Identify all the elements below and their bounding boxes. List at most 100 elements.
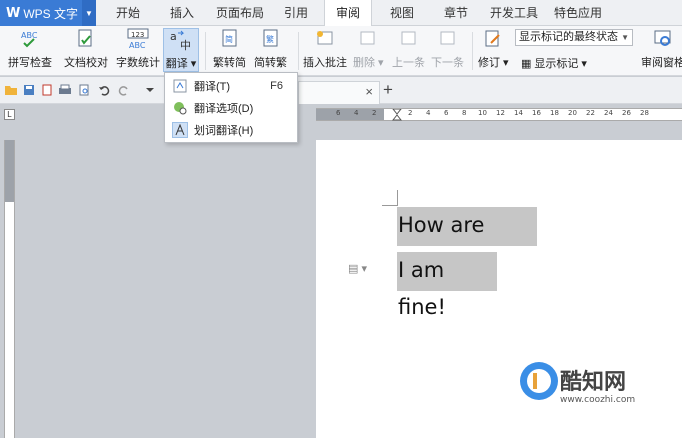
redo-icon[interactable] — [117, 83, 131, 97]
watermark-logo: 酷知网 www.coozhi.com — [512, 360, 682, 438]
open-icon[interactable] — [4, 83, 18, 97]
delete-comment-label: 删除 ▾ — [353, 57, 384, 69]
ruler-label: 26 — [622, 109, 631, 117]
undo-icon[interactable] — [97, 83, 111, 97]
review-pane-icon — [651, 28, 675, 50]
tab-references[interactable]: 引用 — [276, 0, 316, 26]
vertical-ruler[interactable] — [4, 140, 15, 438]
ruler-label: 6 — [336, 109, 341, 117]
ruler-label: 4 — [354, 109, 359, 117]
paragraph-layout-icon[interactable]: ▤ ▾ — [348, 262, 367, 275]
ribbon-review: ABC 拼写检查 文档校对 123 ABC 字数统计 a中 翻译 ▾ 简 繁转简 … — [0, 26, 682, 76]
word-count-icon: 123 ABC — [126, 28, 150, 50]
to-traditional-label: 简转繁 — [254, 57, 287, 69]
print-preview-icon[interactable] — [77, 83, 91, 97]
menu-item-shortcut: F6 — [270, 80, 283, 92]
watermark-brand: 酷知网 — [560, 370, 627, 395]
to-traditional-button[interactable]: 繁 简转繁 — [254, 28, 287, 70]
svg-text:123: 123 — [131, 31, 144, 39]
track-changes-label: 修订 ▾ — [478, 57, 509, 69]
horizontal-ruler[interactable]: 6 4 2 2 4 6 8 10 12 14 16 18 20 22 24 26… — [316, 108, 682, 121]
menu-item-translate[interactable]: 翻译(T) F6 — [165, 75, 297, 97]
ribbon-separator — [205, 32, 206, 70]
show-markup-label: 显示标记 — [534, 58, 579, 70]
menu-item-label: 翻译(T) — [194, 81, 231, 93]
menu-bar: W WPS 文字 ▼ 开始 插入 页面布局 引用 审阅 视图 章节 开发工具 特… — [0, 0, 682, 27]
ruler-label: 4 — [426, 109, 431, 117]
ruler-label: 18 — [550, 109, 559, 117]
app-name: WPS 文字 — [23, 6, 79, 21]
document-tab[interactable]: × — [298, 81, 380, 104]
markup-view-select[interactable]: 显示标记的最终状态 ▼ — [515, 29, 633, 46]
spell-check-button[interactable]: ABC 拼写检查 — [8, 28, 52, 70]
quick-access-bar: × + — [0, 77, 682, 104]
margin-corner-mark — [382, 190, 398, 206]
ruler-label: 22 — [586, 109, 595, 117]
coozhi-logo-icon — [520, 362, 558, 400]
tab-home[interactable]: 开始 — [106, 0, 150, 26]
delete-comment-icon — [356, 28, 380, 50]
new-tab-button[interactable]: + — [383, 80, 393, 100]
save-icon[interactable] — [22, 83, 36, 97]
translate-label: 翻译 ▾ — [165, 58, 197, 70]
tab-stop-selector[interactable]: L — [4, 109, 15, 120]
svg-text:繁: 繁 — [266, 34, 274, 44]
ruler-label: 14 — [514, 109, 523, 117]
delete-comment-button[interactable]: 删除 ▾ — [353, 28, 384, 70]
menu-item-label: 翻译选项(D) — [194, 103, 254, 115]
ruler-label: 20 — [568, 109, 577, 117]
ruler-margin — [5, 140, 14, 202]
prev-comment-button[interactable]: 上一条 — [392, 28, 425, 70]
word-count-label: 字数统计 — [116, 57, 160, 69]
word-count-button[interactable]: 123 ABC 字数统计 — [116, 28, 160, 70]
menu-item-word-translate[interactable]: 划词翻译(H) — [165, 119, 297, 141]
ruler-label: 8 — [462, 109, 467, 117]
chevron-down-icon[interactable]: ▼ — [82, 0, 96, 26]
tab-section[interactable]: 章节 — [436, 0, 476, 26]
ribbon-separator — [298, 32, 299, 70]
translate-dropdown-menu: 翻译(T) F6 翻译选项(D) 划词翻译(H) — [164, 72, 298, 143]
translate-icon: a中 — [169, 29, 193, 51]
ruler-label: 24 — [604, 109, 613, 117]
close-icon[interactable]: × — [365, 84, 373, 99]
to-simplified-button[interactable]: 简 繁转简 — [213, 28, 246, 70]
ruler-label: 2 — [372, 109, 377, 117]
export-pdf-icon[interactable] — [40, 83, 54, 97]
tab-insert[interactable]: 插入 — [160, 0, 204, 26]
tab-page-layout[interactable]: 页面布局 — [212, 0, 268, 26]
next-comment-button[interactable]: 下一条 — [431, 28, 464, 70]
spell-check-icon: ABC — [18, 28, 42, 50]
track-changes-button[interactable]: 修订 ▾ — [478, 28, 509, 70]
translate-options-icon — [172, 100, 188, 116]
tab-developer[interactable]: 开发工具 — [486, 0, 542, 26]
tab-features[interactable]: 特色应用 — [548, 0, 608, 26]
chevron-down-icon: ▾ — [581, 57, 587, 70]
svg-text:ABC: ABC — [129, 41, 146, 50]
ribbon-separator — [472, 32, 473, 70]
app-menu-button[interactable]: W WPS 文字 ▼ — [0, 0, 96, 26]
ruler-label: 2 — [408, 109, 413, 117]
show-markup-button[interactable]: ▦ 显示标记 ▾ — [521, 55, 587, 71]
print-icon[interactable] — [58, 83, 72, 97]
svg-text:a: a — [170, 30, 177, 43]
menu-item-translate-options[interactable]: 翻译选项(D) — [165, 97, 297, 119]
svg-text:中: 中 — [180, 39, 191, 51]
prev-comment-label: 上一条 — [392, 57, 425, 69]
review-pane-label: 审阅窗格 — [641, 57, 682, 69]
tab-review[interactable]: 审阅 — [324, 0, 372, 27]
translate-button[interactable]: a中 翻译 ▾ — [163, 28, 199, 72]
ruler-label: 16 — [532, 109, 541, 117]
next-comment-label: 下一条 — [431, 57, 464, 69]
prev-comment-icon — [397, 28, 421, 50]
indent-marker-icon[interactable] — [392, 109, 402, 121]
customize-toolbar-icon[interactable] — [143, 83, 157, 97]
track-changes-icon — [481, 28, 505, 50]
document-line[interactable]: How are you? — [397, 207, 537, 274]
document-line[interactable]: I am fine! — [397, 252, 497, 319]
translate-icon — [172, 78, 188, 94]
insert-comment-button[interactable]: 插入批注 — [303, 28, 347, 70]
insert-comment-icon — [313, 28, 337, 50]
tab-view[interactable]: 视图 — [382, 0, 422, 26]
doc-proof-button[interactable]: 文档校对 — [64, 28, 108, 70]
review-pane-button[interactable]: 审阅窗格 — [641, 28, 682, 70]
